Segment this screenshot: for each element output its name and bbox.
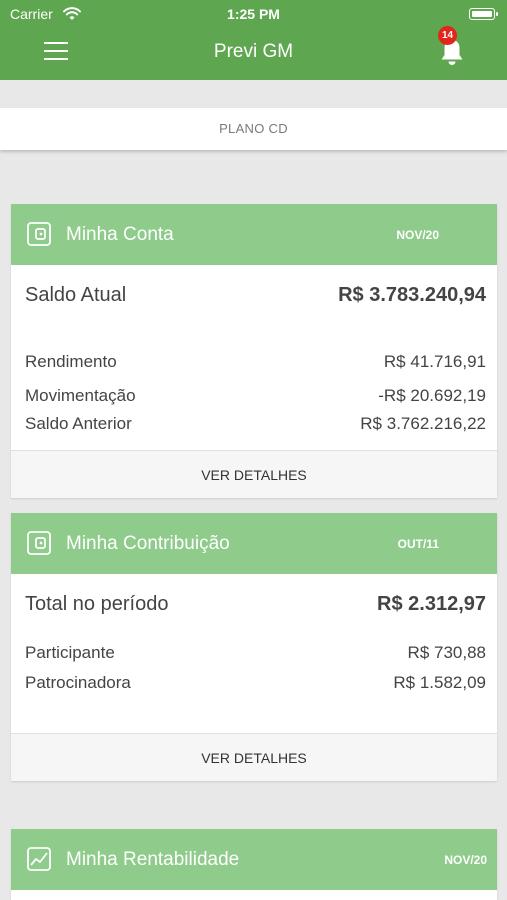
current-balance-label: Saldo Atual [25, 284, 127, 306]
contribution-card-title: Minha Contribuição [66, 533, 230, 554]
wallet-icon [27, 222, 51, 246]
plan-selector[interactable]: PLANO CD [0, 108, 507, 150]
profitability-card-title: Minha Rentabilidade [66, 849, 240, 870]
yield-value: R$ 41.716,91 [383, 352, 486, 371]
battery-icon [469, 8, 498, 20]
account-card: Minha Conta NOV/20 Saldo Atual R$ 3.783.… [11, 204, 497, 498]
yield-label: Rendimento [25, 352, 117, 371]
current-balance-value: R$ 3.783.240,94 [338, 284, 486, 306]
account-card-header: Minha Conta NOV/20 [11, 204, 497, 265]
contribution-card-header: Minha Contribuição OUT/11 [11, 513, 497, 574]
previous-balance-label: Saldo Anterior [25, 414, 132, 433]
period-total-value: R$ 2.312,97 [377, 593, 486, 615]
wallet-icon [27, 531, 51, 555]
contribution-card: Minha Contribuição OUT/11 Total no perío… [11, 513, 497, 781]
sponsor-value: R$ 1.582,09 [393, 673, 486, 692]
period-total-label: Total no período [25, 593, 169, 615]
contribution-card-period: OUT/11 [397, 537, 439, 551]
profitability-card: Minha Rentabilidade NOV/20 [11, 829, 497, 900]
account-card-period: NOV/20 [396, 228, 439, 242]
line-chart-icon [27, 847, 51, 871]
notification-badge: 14 [438, 26, 457, 45]
profitability-card-period: NOV/20 [444, 853, 487, 867]
app-title: Previ GM [213, 41, 294, 62]
status-bar: Carrier 1:25 PM [0, 0, 507, 28]
sponsor-label: Patrocinadora [25, 673, 131, 692]
app-header: Carrier 1:25 PM Previ GM 14 [0, 0, 507, 80]
movement-label: Movimentação [25, 386, 136, 405]
previous-balance-value: R$ 3.762.216,22 [360, 414, 486, 433]
account-card-title: Minha Conta [66, 224, 174, 245]
profitability-card-header: Minha Rentabilidade NOV/20 [11, 829, 497, 890]
movement-value: -R$ 20.692,19 [378, 386, 486, 405]
participant-value: R$ 730,88 [407, 643, 486, 662]
participant-label: Participante [25, 643, 115, 662]
contribution-details-button[interactable]: VER DETALHES [11, 733, 497, 781]
status-time: 1:25 PM [227, 6, 280, 22]
account-details-button[interactable]: VER DETALHES [11, 450, 497, 498]
